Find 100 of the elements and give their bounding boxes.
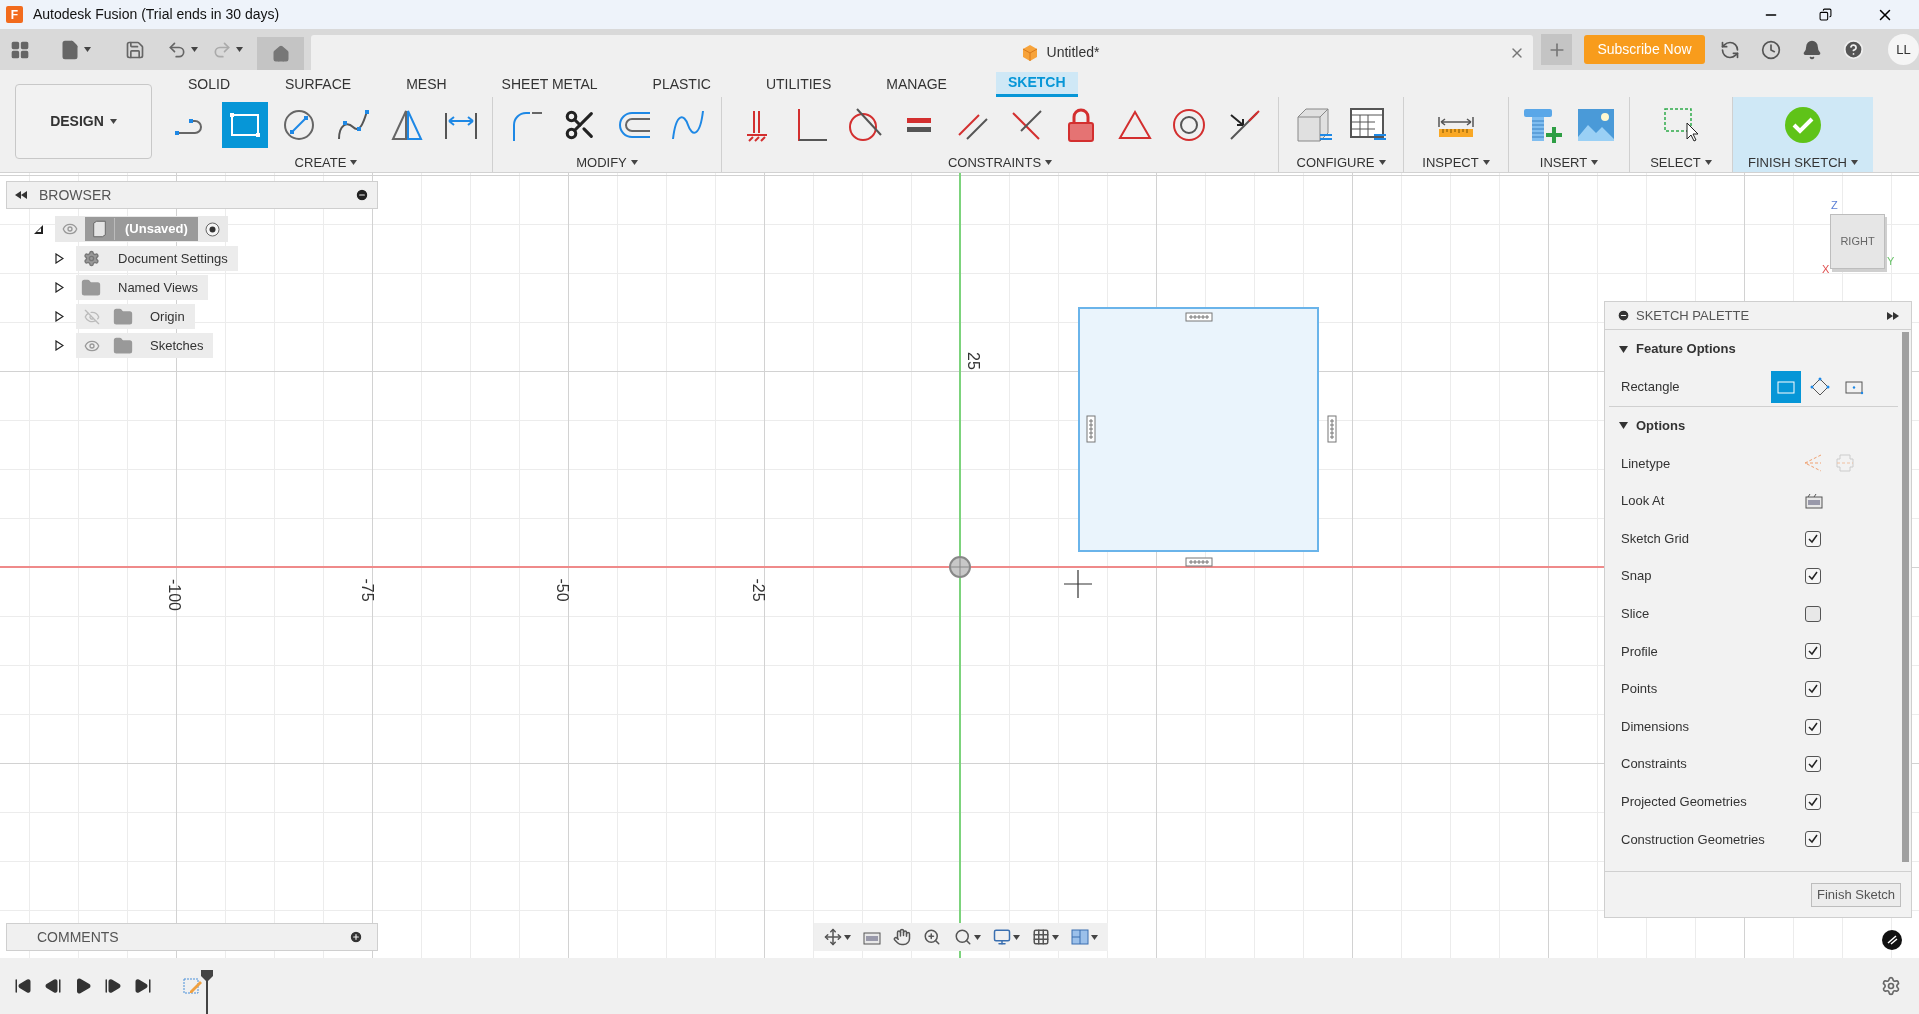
caret-icon <box>191 47 198 52</box>
home-button[interactable] <box>257 37 304 70</box>
window-title: Autodesk Fusion (Trial ends in 30 days) <box>33 5 281 24</box>
section-collapse-icon[interactable] <box>1619 344 1628 354</box>
expand-panel-icon[interactable] <box>1887 311 1899 320</box>
group-menu[interactable]: INSERT <box>1539 152 1599 172</box>
caret-icon <box>1090 934 1098 940</box>
minimize-icon[interactable] <box>355 188 369 202</box>
caret-icon <box>1378 159 1386 165</box>
sync-icon[interactable] <box>1720 39 1740 60</box>
apps-grid-icon[interactable] <box>10 39 30 60</box>
checkbox[interactable] <box>1805 643 1821 660</box>
collapse-icon[interactable] <box>34 224 43 234</box>
browser-item[interactable]: Origin <box>76 304 195 329</box>
caret-icon <box>1051 934 1059 940</box>
rectangle-tool-button[interactable] <box>222 101 268 148</box>
checkbox[interactable] <box>1805 530 1821 547</box>
option-label: Look At <box>1621 492 1666 511</box>
checkbox[interactable] <box>1805 680 1821 697</box>
settings-icon[interactable] <box>1881 976 1901 996</box>
step-forward-icon[interactable] <box>104 977 122 995</box>
user-avatar[interactable]: LL <box>1888 34 1919 65</box>
save-icon[interactable] <box>125 39 145 60</box>
group-menu[interactable]: FINISH SKETCH <box>1748 152 1858 172</box>
ribbon-tab[interactable]: SHEET METAL <box>495 71 604 97</box>
status-icon[interactable] <box>1882 930 1902 950</box>
scrollbar[interactable] <box>1902 332 1909 862</box>
finish-sketch-button[interactable]: Finish Sketch <box>1810 882 1901 907</box>
expand-icon[interactable] <box>55 282 64 293</box>
ribbon-tab[interactable]: PLASTIC <box>646 71 717 97</box>
center-rectangle-icon <box>1844 378 1864 395</box>
active-radio-icon[interactable] <box>205 221 221 237</box>
look-at-icon[interactable] <box>1805 493 1823 509</box>
browser-item[interactable]: Sketches <box>76 333 214 358</box>
grid-icon[interactable] <box>1031 928 1050 946</box>
timeline-marker-icon[interactable] <box>200 970 214 1014</box>
ribbon-tab[interactable]: MESH <box>400 71 453 97</box>
group-menu[interactable]: CONSTRAINTS <box>947 152 1053 172</box>
document-tab[interactable]: Untitled* <box>311 35 1533 70</box>
item-label: Named Views <box>118 278 198 297</box>
ribbon-tab[interactable]: MANAGE <box>880 71 953 97</box>
option-label: Sketch Grid <box>1621 529 1690 548</box>
pan-icon[interactable] <box>893 928 912 946</box>
browser-item[interactable]: Named Views <box>76 275 208 300</box>
play-icon[interactable] <box>74 977 92 995</box>
caret-icon <box>630 159 638 165</box>
collapse-panel-icon[interactable] <box>15 191 27 199</box>
checkbox[interactable] <box>1805 831 1821 848</box>
ribbon-tab[interactable]: SURFACE <box>279 71 358 97</box>
view-cube[interactable]: RIGHT <box>1830 214 1885 269</box>
undo-icon[interactable] <box>167 39 187 60</box>
rectangle-mode-button[interactable] <box>1771 370 1801 403</box>
workspace-dropdown[interactable]: DESIGN <box>15 83 152 159</box>
checkbox[interactable] <box>1805 605 1821 622</box>
skip-to-end-icon[interactable] <box>134 977 152 995</box>
option-label: Constraints <box>1621 755 1688 774</box>
fit-icon[interactable] <box>953 928 972 946</box>
display-icon[interactable] <box>992 928 1011 946</box>
vertical-constraint-icon <box>1327 415 1337 443</box>
caret-icon <box>973 934 981 940</box>
expand-icon[interactable] <box>55 253 64 264</box>
option-label: Rectangle <box>1621 378 1681 397</box>
restore-icon[interactable] <box>1819 8 1832 21</box>
zoom-icon[interactable] <box>923 928 942 946</box>
z-axis-label: Z <box>1831 198 1838 213</box>
group-menu[interactable]: CREATE <box>294 152 358 172</box>
viewports-icon[interactable] <box>1070 929 1089 945</box>
ribbon-tab[interactable]: SOLID <box>182 71 236 97</box>
notification-icon[interactable] <box>1802 39 1822 60</box>
group-menu[interactable]: INSPECT <box>1422 152 1490 172</box>
group-menu[interactable]: SELECT <box>1650 152 1712 172</box>
orbit-icon[interactable] <box>824 928 843 946</box>
skip-to-start-icon[interactable] <box>14 977 32 995</box>
caret-icon <box>844 934 852 940</box>
browser-item[interactable]: Document Settings <box>76 246 238 271</box>
checkbox[interactable] <box>1805 793 1821 810</box>
section-collapse-icon[interactable] <box>1619 421 1628 431</box>
checkbox[interactable] <box>1805 568 1821 585</box>
checkbox[interactable] <box>1805 718 1821 735</box>
group-menu[interactable]: MODIFY <box>576 152 638 172</box>
add-comment-icon[interactable] <box>349 930 363 944</box>
option-label: Projected Geometries <box>1621 793 1748 811</box>
axis-label: 25 <box>963 352 983 370</box>
step-back-icon[interactable] <box>44 977 62 995</box>
group-menu[interactable]: CONFIGURE <box>1296 152 1386 172</box>
vertical-constraint-icon <box>1086 415 1096 443</box>
expand-icon[interactable] <box>55 311 64 322</box>
option-label: Snap <box>1621 567 1653 586</box>
clock-icon[interactable] <box>1761 39 1781 60</box>
axis-label: -100 <box>165 579 184 611</box>
x-axis-label: X <box>1822 262 1830 277</box>
section-title: Feature Options <box>1636 340 1736 359</box>
checkbox[interactable] <box>1805 756 1821 773</box>
help-icon[interactable] <box>1843 39 1864 60</box>
expand-icon[interactable] <box>55 340 64 351</box>
ribbon-tab[interactable]: UTILITIES <box>759 71 838 97</box>
app-logo: F <box>6 6 23 23</box>
minimize-icon[interactable] <box>1617 309 1630 322</box>
axis-label: -25 <box>748 578 768 602</box>
file-icon[interactable] <box>60 39 80 60</box>
